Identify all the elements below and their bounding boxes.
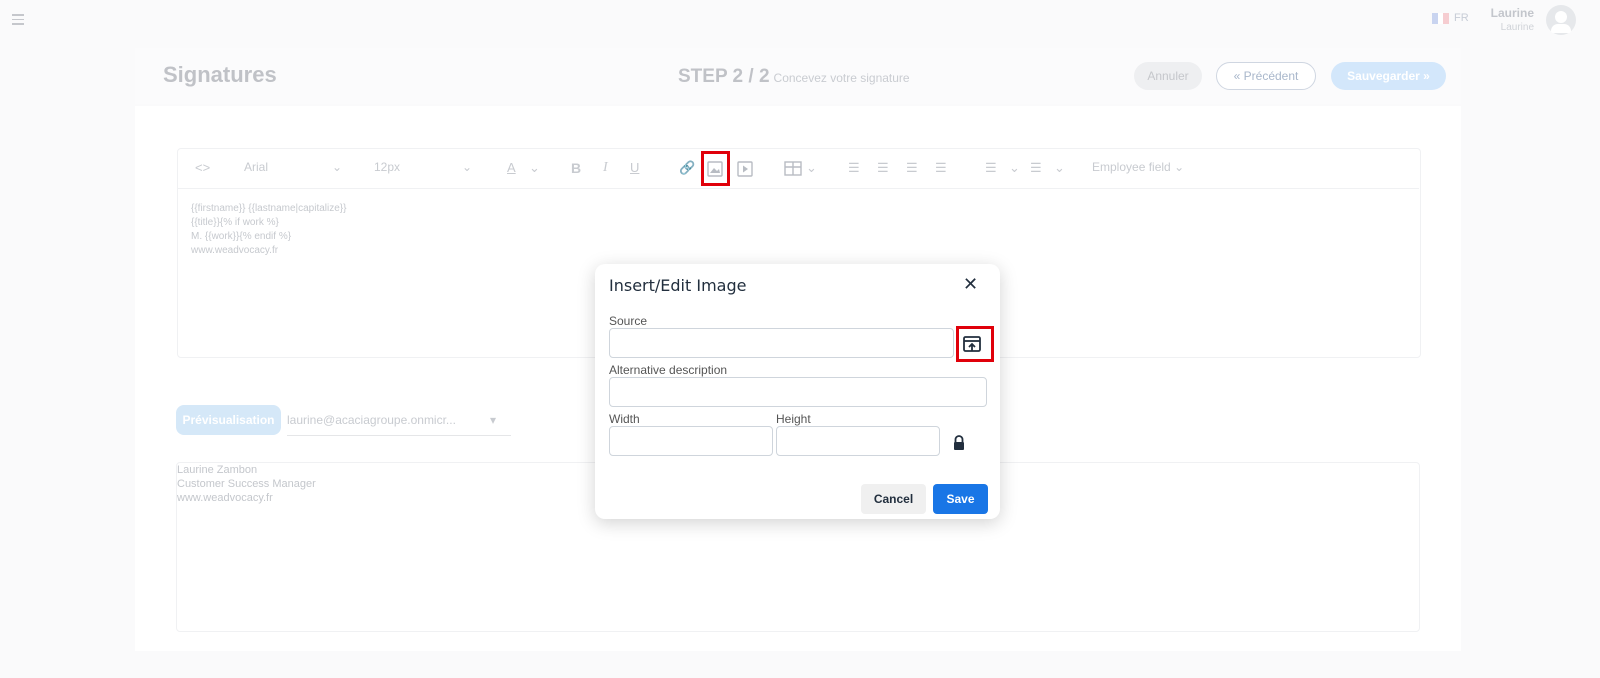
height-label: Height: [776, 412, 811, 426]
preview-content: Laurine Zambon Customer Success Manager …: [177, 463, 316, 505]
french-flag-icon: [1432, 12, 1450, 24]
chevron-down-icon[interactable]: ⌄: [806, 160, 817, 176]
height-input[interactable]: [776, 426, 940, 456]
align-right-icon[interactable]: ☰: [906, 160, 918, 176]
width-label: Width: [609, 412, 640, 426]
preview-email-select[interactable]: laurine@acaciagroupe.onmicr... ▾: [287, 405, 511, 436]
text-color-icon[interactable]: A: [507, 160, 516, 175]
save-button-label: Sauvegarder: [1347, 69, 1420, 83]
chevron-down-icon: ⌄: [462, 160, 473, 174]
bullet-list-icon[interactable]: ☰: [1030, 160, 1042, 176]
double-chevron-right-icon: »: [1419, 69, 1430, 83]
top-bar: [0, 0, 1600, 42]
align-left-icon[interactable]: ☰: [848, 160, 860, 176]
lock-icon[interactable]: [951, 434, 967, 452]
italic-icon[interactable]: I: [603, 160, 608, 176]
dialog-title: Insert/Edit Image: [609, 276, 747, 295]
chevron-down-icon: ⌄: [332, 160, 343, 174]
editor-content[interactable]: {{firstname}} {{lastname|capitalize}} {{…: [191, 202, 346, 258]
user-subtitle: Laurine: [1500, 22, 1534, 33]
double-chevron-left-icon: «: [1233, 69, 1244, 83]
dialog-save-button[interactable]: Save: [933, 484, 988, 514]
chevron-down-icon[interactable]: ⌄: [529, 160, 540, 176]
font-family-select[interactable]: Arial ⌄: [244, 160, 344, 174]
source-input[interactable]: [609, 328, 954, 358]
font-size-select[interactable]: 12px ⌄: [374, 160, 474, 174]
alt-description-label: Alternative description: [609, 363, 728, 377]
numbered-list-icon[interactable]: ☰: [985, 160, 997, 176]
menu-icon[interactable]: [12, 14, 24, 25]
image-button-highlight: [701, 151, 730, 186]
step-indicator: STEP 2 / 2 Concevez votre signature: [678, 66, 910, 88]
editor-line: www.weadvocacy.fr: [191, 245, 279, 256]
font-size-value: 12px: [374, 160, 401, 174]
caret-down-icon: ▾: [490, 413, 497, 427]
page-title: Signatures: [163, 62, 277, 87]
previous-button[interactable]: « Précédent: [1216, 62, 1316, 90]
link-icon[interactable]: 🔗: [679, 160, 695, 176]
preview-line: www.weadvocacy.fr: [177, 492, 273, 504]
previous-button-label: Précédent: [1243, 69, 1299, 83]
editor-line: M. {{work}}{% endif %}: [191, 231, 292, 242]
align-center-icon[interactable]: ☰: [877, 160, 889, 176]
source-code-icon[interactable]: <>: [195, 160, 210, 175]
preview-tab[interactable]: Prévisualisation: [176, 405, 281, 435]
step-subtitle: Concevez votre signature: [773, 71, 910, 85]
preview-email-value: laurine@acaciagroupe.onmicr...: [287, 413, 456, 427]
user-name: Laurine: [1490, 6, 1534, 20]
chevron-down-icon[interactable]: ⌄: [1009, 160, 1020, 176]
save-button[interactable]: Sauvegarder »: [1331, 62, 1446, 90]
dialog-cancel-button[interactable]: Cancel: [861, 484, 926, 514]
preview-line: Customer Success Manager: [177, 478, 316, 490]
employee-field-label: Employee field: [1092, 160, 1171, 174]
language-label: FR: [1454, 12, 1469, 24]
step-number: STEP 2 / 2: [678, 66, 770, 87]
preview-line: Laurine Zambon: [177, 464, 258, 476]
cancel-button[interactable]: Annuler: [1134, 62, 1202, 90]
editor-line: {{title}}{% if work %}: [191, 217, 279, 228]
close-icon[interactable]: ✕: [963, 274, 978, 295]
alt-description-input[interactable]: [609, 377, 987, 407]
bold-icon[interactable]: B: [571, 160, 581, 176]
font-family-value: Arial: [244, 160, 269, 174]
editor-line: {{firstname}} {{lastname|capitalize}}: [191, 203, 347, 214]
user-info[interactable]: Laurine Laurine: [1480, 6, 1534, 33]
employee-field-select[interactable]: Employee field ⌄: [1092, 160, 1184, 174]
source-label: Source: [609, 314, 648, 328]
chevron-down-icon[interactable]: ⌄: [1054, 160, 1065, 176]
width-input[interactable]: [609, 426, 773, 456]
chevron-down-icon: ⌄: [1174, 160, 1185, 174]
avatar[interactable]: [1546, 5, 1576, 35]
language-selector[interactable]: FR: [1432, 12, 1469, 24]
underline-icon[interactable]: U: [630, 160, 639, 175]
table-icon[interactable]: [784, 161, 802, 177]
upload-button-highlight: [956, 326, 994, 362]
align-justify-icon[interactable]: ☰: [935, 160, 947, 176]
media-icon[interactable]: [737, 161, 753, 177]
